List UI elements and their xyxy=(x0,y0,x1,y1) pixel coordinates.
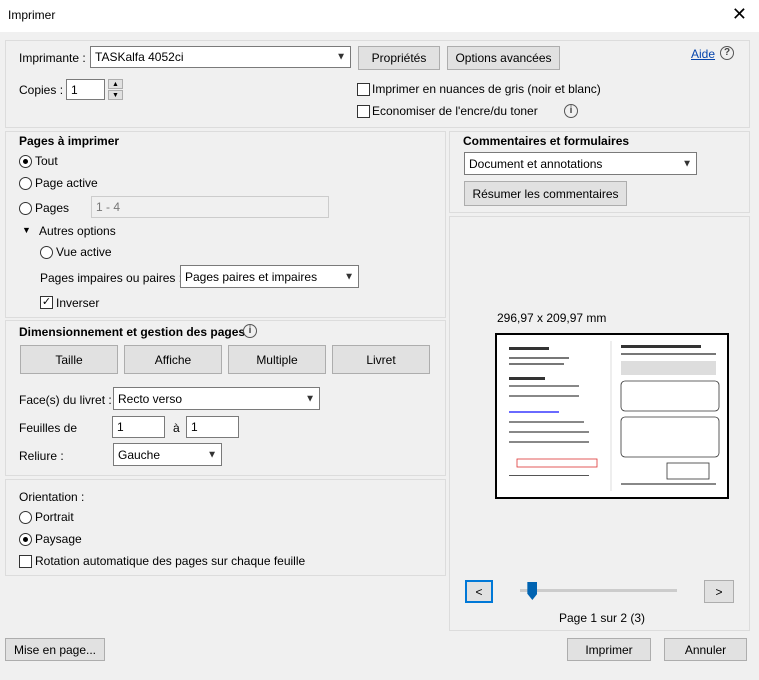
reverse-label: Inverser xyxy=(56,296,100,310)
page-preview-thumbnail xyxy=(509,341,720,491)
help-link[interactable]: Aide xyxy=(691,47,715,61)
more-options-label[interactable]: Autres options xyxy=(39,224,116,238)
chevron-down-icon: ▼ xyxy=(344,271,354,282)
all-label: Tout xyxy=(35,154,58,168)
copies-down-icon[interactable]: ▼ xyxy=(108,90,123,100)
printer-label: Imprimante : xyxy=(19,51,86,65)
orientation-heading: Orientation : xyxy=(19,490,85,504)
tab-size[interactable]: Taille xyxy=(20,345,118,374)
printer-select-value: TASKalfa 4052ci xyxy=(95,50,184,64)
cancel-button[interactable]: Annuler xyxy=(664,638,747,661)
prev-page-button[interactable]: < xyxy=(465,580,493,603)
save-ink-label: Economiser de l'encre/du toner xyxy=(372,104,538,118)
landscape-label: Paysage xyxy=(35,532,82,546)
tab-booklet[interactable]: Livret xyxy=(332,345,430,374)
properties-button[interactable]: Propriétés xyxy=(358,46,440,70)
comments-heading: Commentaires et formulaires xyxy=(463,134,630,148)
radio-portrait[interactable] xyxy=(19,511,32,524)
binding-label: Reliure : xyxy=(19,449,64,463)
next-page-button[interactable]: > xyxy=(704,580,734,603)
advanced-options-button[interactable]: Options avancées xyxy=(447,46,560,70)
page-setup-button[interactable]: Mise en page... xyxy=(5,638,105,661)
info-icon[interactable]: i xyxy=(243,324,257,338)
odd-even-select[interactable]: Pages paires et impaires ▼ xyxy=(180,265,359,288)
sheets-from-input[interactable]: 1 xyxy=(112,416,165,438)
page-slider-track[interactable] xyxy=(520,589,677,592)
reverse-checkbox[interactable]: ✓ xyxy=(40,296,53,309)
radio-current-page[interactable] xyxy=(19,177,32,190)
page-status: Page 1 sur 2 (3) xyxy=(559,611,646,625)
copies-input[interactable]: 1 xyxy=(66,79,105,100)
window-title: Imprimer xyxy=(8,8,56,22)
info-icon[interactable]: i xyxy=(564,104,578,118)
pages-heading: Pages à imprimer xyxy=(19,134,120,148)
odd-even-label: Pages impaires ou paires : xyxy=(40,271,183,285)
chevron-down-icon: ▼ xyxy=(207,449,217,460)
tab-poster[interactable]: Affiche xyxy=(124,345,222,374)
radio-current-view[interactable] xyxy=(40,246,53,259)
chevron-down-icon: ▼ xyxy=(305,393,315,404)
radio-all[interactable] xyxy=(19,155,32,168)
tab-multiple[interactable]: Multiple xyxy=(228,345,326,374)
pages-label: Pages xyxy=(35,201,70,215)
auto-rotate-checkbox[interactable] xyxy=(19,555,32,568)
save-ink-checkbox[interactable] xyxy=(357,105,370,118)
sheets-to-label: à xyxy=(173,421,180,435)
copies-label: Copies : xyxy=(19,83,64,97)
chevron-down-icon: ▼ xyxy=(336,51,346,63)
title-bar: Imprimer ✕ xyxy=(0,0,759,32)
current-view-label: Vue active xyxy=(56,245,112,259)
grayscale-checkbox[interactable] xyxy=(357,83,370,96)
radio-pages[interactable] xyxy=(19,202,32,215)
sheets-label: Feuilles de xyxy=(19,421,78,435)
grayscale-label: Imprimer en nuances de gris (noir et bla… xyxy=(372,82,601,96)
pages-range-input[interactable]: 1 - 4 xyxy=(91,196,329,218)
sizing-heading: Dimensionnement et gestion des pages xyxy=(19,325,246,339)
comments-select-value: Document et annotations xyxy=(469,156,603,171)
expand-triangle-icon[interactable]: ▼ xyxy=(22,225,31,235)
print-button[interactable]: Imprimer xyxy=(567,638,651,661)
current-page-label: Page active xyxy=(35,176,98,190)
paper-size-text: 296,97 x 209,97 mm xyxy=(497,311,607,325)
portrait-label: Portrait xyxy=(35,510,74,524)
binding-select[interactable]: Gauche ▼ xyxy=(113,443,222,466)
comments-select[interactable]: Document et annotations ▼ xyxy=(464,152,697,175)
summarize-comments-button[interactable]: Résumer les commentaires xyxy=(464,181,627,206)
sheets-to-input[interactable]: 1 xyxy=(186,416,239,438)
chevron-down-icon: ▼ xyxy=(682,158,692,169)
binding-select-value: Gauche xyxy=(118,447,161,462)
close-icon[interactable]: ✕ xyxy=(732,4,747,24)
auto-rotate-label: Rotation automatique des pages sur chaqu… xyxy=(35,554,306,568)
odd-even-select-value: Pages paires et impaires xyxy=(185,269,318,284)
radio-landscape[interactable] xyxy=(19,533,32,546)
booklet-sides-select[interactable]: Recto verso ▼ xyxy=(113,387,320,410)
help-icon[interactable]: ? xyxy=(720,46,734,60)
printer-select[interactable]: TASKalfa 4052ci ▼ xyxy=(90,46,351,68)
booklet-sides-label: Face(s) du livret : xyxy=(19,393,112,407)
page-preview xyxy=(495,333,729,499)
booklet-sides-value: Recto verso xyxy=(118,391,183,406)
copies-up-icon[interactable]: ▲ xyxy=(108,79,123,89)
